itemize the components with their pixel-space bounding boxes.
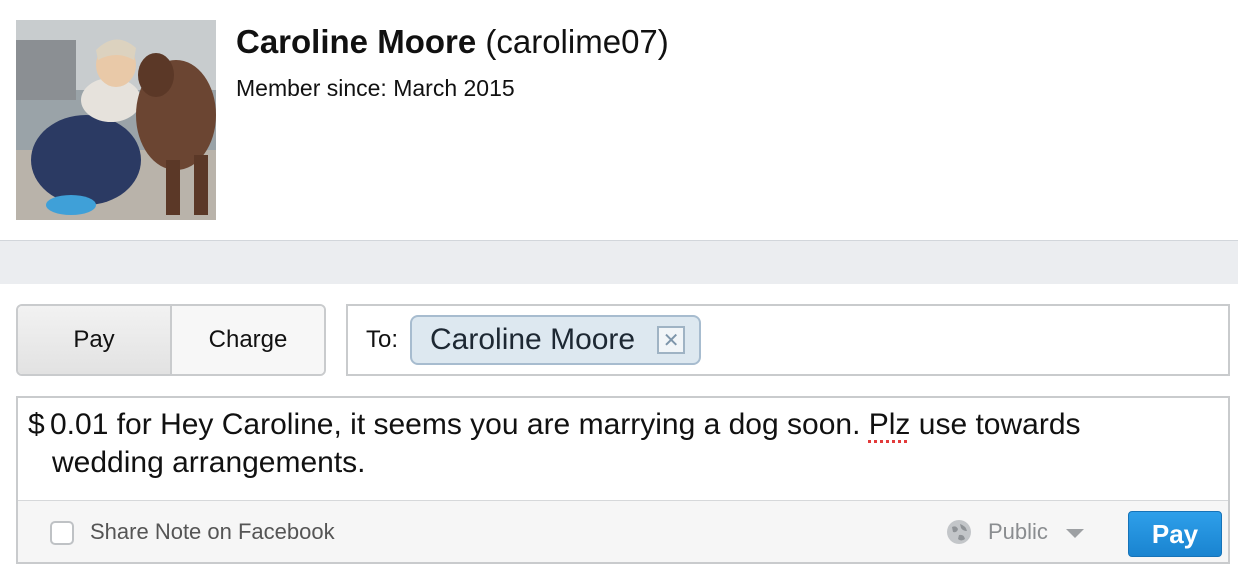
- note-text[interactable]: $0.01 for Hey Caroline, it seems you are…: [28, 406, 1188, 482]
- note-footer: Share Note on Facebook Public Pay: [18, 500, 1228, 562]
- note-message-end: use towards: [910, 408, 1081, 441]
- recipient-chip-name: Caroline Moore: [430, 323, 636, 356]
- avatar: [16, 20, 216, 220]
- charge-toggle-button[interactable]: Charge: [172, 306, 324, 374]
- pay-submit-button[interactable]: Pay: [1128, 511, 1222, 557]
- pay-charge-toggle: Pay Charge: [16, 304, 326, 376]
- recipient-chip: Caroline Moore ✕: [410, 315, 702, 365]
- currency-symbol: $: [28, 408, 45, 441]
- profile-username: (carolime07): [485, 23, 669, 60]
- to-label: To:: [366, 326, 399, 353]
- close-x-icon[interactable]: ✕: [657, 326, 686, 354]
- note-message-start: for Hey Caroline, it seems you are marry…: [108, 408, 869, 441]
- member-since: Member since: March 2015: [236, 75, 515, 101]
- globe-icon: [946, 519, 972, 545]
- share-facebook-label[interactable]: Share Note on Facebook: [90, 519, 335, 545]
- note-field[interactable]: $0.01 for Hey Caroline, it seems you are…: [16, 396, 1230, 564]
- note-amount: 0.01: [50, 408, 109, 441]
- privacy-dropdown[interactable]: Public: [988, 519, 1048, 545]
- note-message-line-2: wedding arrangements.: [52, 446, 366, 479]
- chevron-down-icon[interactable]: [1066, 529, 1084, 538]
- profile-name: Caroline Moore (carolime07): [236, 22, 669, 62]
- share-facebook-checkbox[interactable]: [50, 521, 74, 545]
- misspelled-word: Plz: [868, 408, 911, 441]
- pay-toggle-button[interactable]: Pay: [18, 306, 172, 374]
- section-divider: [0, 240, 1238, 284]
- profile-full-name: Caroline Moore: [236, 23, 477, 60]
- recipient-field[interactable]: To: Caroline Moore ✕: [346, 304, 1230, 376]
